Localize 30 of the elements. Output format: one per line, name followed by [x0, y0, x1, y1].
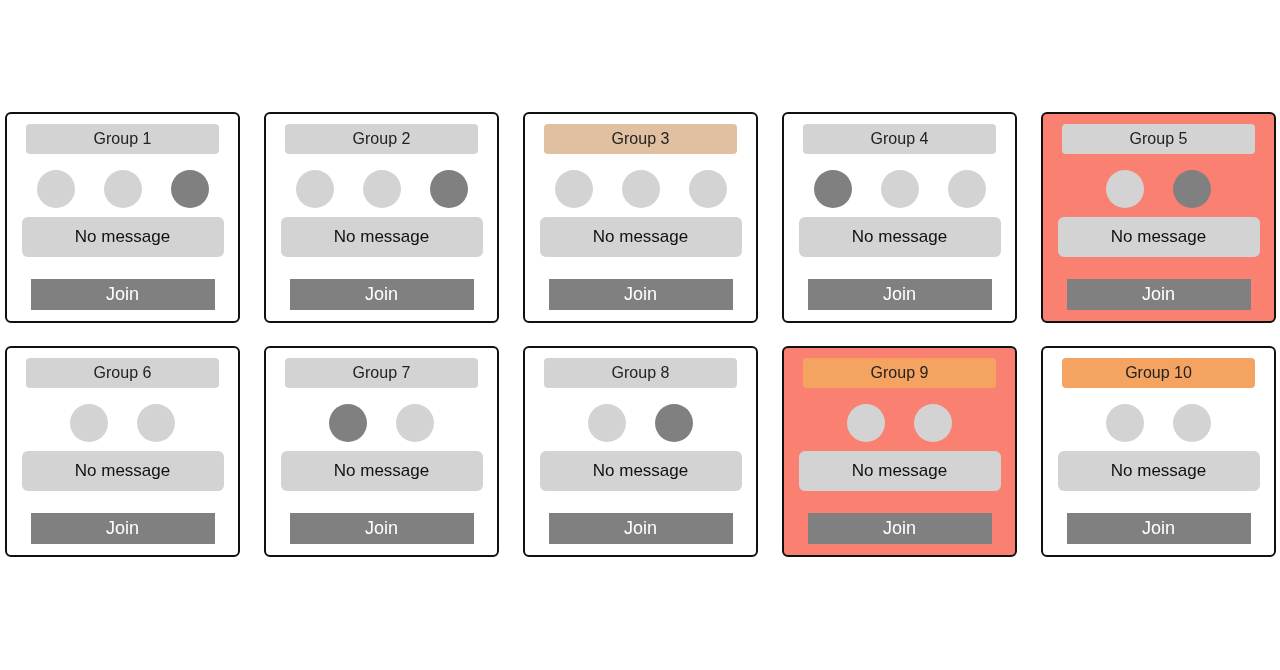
join-button[interactable]: Join — [1066, 513, 1251, 544]
group-title: Group 6 — [26, 358, 219, 388]
group-title: Group 7 — [285, 358, 478, 388]
join-button[interactable]: Join — [548, 279, 733, 310]
join-button[interactable]: Join — [1066, 279, 1251, 310]
join-button[interactable]: Join — [807, 279, 992, 310]
message-box: No message — [1057, 451, 1260, 491]
group-title: Group 8 — [544, 358, 737, 388]
group-title: Group 3 — [544, 124, 737, 154]
group-title: Group 9 — [803, 358, 996, 388]
message-box: No message — [798, 217, 1001, 257]
message-box: No message — [280, 217, 483, 257]
group-title: Group 2 — [285, 124, 478, 154]
join-button[interactable]: Join — [548, 513, 733, 544]
group-title: Group 5 — [1062, 124, 1255, 154]
message-box: No message — [280, 451, 483, 491]
group-title: Group 4 — [803, 124, 996, 154]
join-button[interactable]: Join — [30, 513, 215, 544]
message-box: No message — [21, 451, 224, 491]
join-button[interactable]: Join — [807, 513, 992, 544]
group-title: Group 10 — [1062, 358, 1255, 388]
join-button[interactable]: Join — [30, 279, 215, 310]
join-button[interactable]: Join — [289, 513, 474, 544]
message-box: No message — [539, 451, 742, 491]
join-button[interactable]: Join — [289, 279, 474, 310]
message-box: No message — [21, 217, 224, 257]
group-title: Group 1 — [26, 124, 219, 154]
message-box: No message — [1057, 217, 1260, 257]
message-box: No message — [539, 217, 742, 257]
message-box: No message — [798, 451, 1001, 491]
